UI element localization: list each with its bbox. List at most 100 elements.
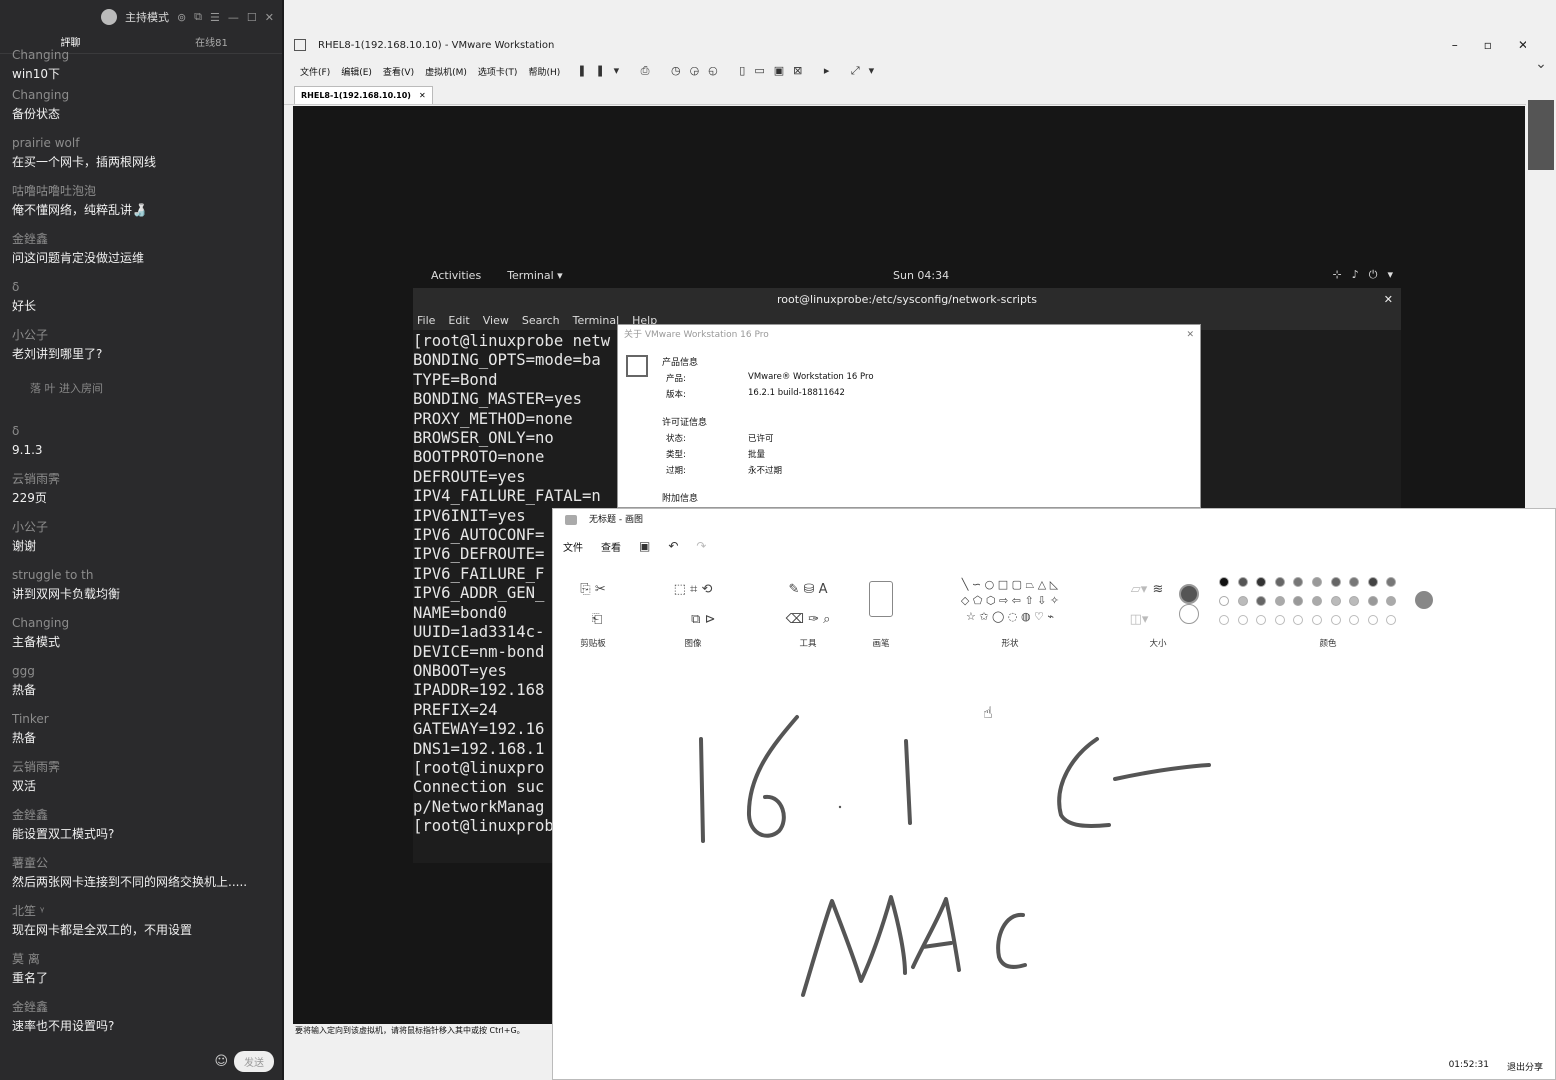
color-swatch[interactable] bbox=[1256, 577, 1267, 587]
menu-help[interactable]: 帮助(H) bbox=[528, 65, 560, 78]
chat-message: 金銼鑫 速率也不用设置吗? bbox=[12, 998, 278, 1046]
close-icon[interactable]: ✕ bbox=[1384, 288, 1393, 312]
maximize-icon[interactable]: ▫ bbox=[1484, 38, 1492, 52]
color-swatch[interactable] bbox=[1293, 577, 1304, 587]
save-icon[interactable]: ▣ bbox=[639, 539, 650, 553]
color-swatch[interactable] bbox=[1256, 596, 1267, 606]
chat-text: 在买一个网卡，插两根网线 bbox=[12, 155, 157, 169]
color-swatch[interactable] bbox=[1367, 577, 1378, 587]
color-swatch[interactable] bbox=[1219, 577, 1229, 587]
about-dialog: 关于 VMware Workstation 16 Pro ✕ 产品信息 产品: V… bbox=[617, 324, 1201, 508]
paint-window: 无标题 - 画图 文件 查看 ▣ ↶ ↷ ⎘ ✂ ⎗ 剪贴板 ⬚ ⌗ ⟲ ⧉ ⊳… bbox=[552, 508, 1556, 1080]
chat-username: prairie wolf bbox=[12, 136, 80, 150]
clipboard-icons[interactable]: ⎘ ✂ ⎗ bbox=[563, 575, 623, 635]
custom-color-slot[interactable] bbox=[1349, 615, 1360, 625]
color-swatch[interactable] bbox=[1219, 596, 1229, 606]
color-swatch[interactable] bbox=[1386, 596, 1397, 606]
clock[interactable]: Sun 04:34 bbox=[893, 269, 949, 282]
vm-tab-label: RHEL8-1(192.168.10.10) bbox=[301, 91, 411, 100]
color-swatch[interactable] bbox=[1330, 596, 1341, 606]
image-tool-icons[interactable]: ⬚ ⌗ ⟲ ⧉ ⊳ bbox=[633, 575, 753, 635]
share-status-bar: 01:52:31 退出分享 bbox=[1449, 1060, 1543, 1073]
custom-color-slot[interactable] bbox=[1256, 615, 1267, 625]
brush-icon[interactable] bbox=[869, 581, 893, 617]
chat-message: δ 9.1.3 bbox=[12, 422, 278, 470]
custom-color-slot[interactable] bbox=[1330, 615, 1341, 625]
term-menu-terminal[interactable]: Terminal bbox=[573, 312, 620, 330]
custom-color-slot[interactable] bbox=[1386, 615, 1397, 625]
drawing-tool-icons[interactable]: ✎ ⛁ A ⌫ ✑ ⌕ bbox=[763, 575, 853, 635]
paint-ribbon: ⎘ ✂ ⎗ 剪贴板 ⬚ ⌗ ⟲ ⧉ ⊳ 图像 ✎ ⛁ A ⌫ ✑ ⌕ 工具 画笔… bbox=[553, 569, 1555, 655]
color-swatch[interactable] bbox=[1274, 596, 1285, 606]
menu-file[interactable]: 文件(F) bbox=[300, 65, 330, 78]
close-icon[interactable]: ✕ bbox=[1186, 325, 1194, 345]
chat-username: 薯童公 bbox=[12, 856, 49, 870]
primary-color[interactable] bbox=[1179, 584, 1199, 604]
paint-menu-file[interactable]: 文件 bbox=[563, 539, 583, 554]
settings-icon[interactable]: ⊚ bbox=[177, 11, 186, 24]
activities-button[interactable]: Activities bbox=[431, 269, 481, 282]
color-swatch[interactable] bbox=[1312, 596, 1322, 606]
close-icon[interactable]: ✕ bbox=[265, 11, 274, 24]
vmware-toolbar-icons[interactable]: ❚❚▾ ⎙ ◷◶◵ ▯▭▣⊠ ▸ ⤢▾ bbox=[577, 64, 883, 78]
size-icon[interactable]: ≋ bbox=[1143, 575, 1173, 605]
vm-tab[interactable]: RHEL8-1(192.168.10.10) ✕ bbox=[294, 86, 433, 104]
menu-vm[interactable]: 虚拟机(M) bbox=[425, 65, 467, 78]
send-button[interactable]: 发送 bbox=[234, 1050, 274, 1072]
custom-color-slot[interactable] bbox=[1293, 615, 1304, 625]
menu-icon[interactable]: ☰ bbox=[210, 11, 220, 24]
term-menu-file[interactable]: File bbox=[417, 312, 435, 330]
color-swatch[interactable] bbox=[1237, 577, 1248, 587]
menu-view[interactable]: 查看(V) bbox=[383, 65, 414, 78]
chat-message: 云销雨霁 229页 bbox=[12, 470, 278, 518]
term-menu-view[interactable]: View bbox=[483, 312, 509, 330]
shapes-group: ╲ ∽ ○ □ ▢ ⏢ △ ◺ ◇ ⬠ ⬡ ⇨ ⇦ ⇧ ⇩ ✧ ☆ ✩ ◯ ◌ … bbox=[915, 569, 1105, 655]
popout-icon[interactable]: ⧉ bbox=[194, 10, 202, 24]
license-expire-row: 过期: 永不过期 bbox=[666, 466, 783, 476]
minimize-icon[interactable]: – bbox=[1452, 38, 1458, 52]
emoji-icon[interactable]: ☺ bbox=[214, 1054, 228, 1069]
custom-color-slot[interactable] bbox=[1312, 615, 1322, 625]
color-swatch[interactable] bbox=[1367, 596, 1378, 606]
scrollbar-thumb[interactable] bbox=[1528, 100, 1554, 170]
chat-username: 金銼鑫 bbox=[12, 808, 49, 822]
color-swatch[interactable] bbox=[1386, 577, 1397, 587]
color-swatch[interactable] bbox=[1293, 596, 1304, 606]
maximize-icon[interactable]: ☐ bbox=[247, 11, 257, 24]
term-menu-search[interactable]: Search bbox=[522, 312, 560, 330]
minimize-icon[interactable]: — bbox=[228, 11, 239, 24]
menu-edit[interactable]: 编辑(E) bbox=[341, 65, 372, 78]
custom-color-slot[interactable] bbox=[1274, 615, 1285, 625]
color-swatch[interactable] bbox=[1349, 577, 1360, 587]
custom-color-slot[interactable] bbox=[1367, 615, 1378, 625]
color-swatch[interactable] bbox=[1330, 577, 1341, 587]
custom-color-slot[interactable] bbox=[1237, 615, 1248, 625]
size-group: ≋ 大小 bbox=[1113, 569, 1173, 655]
chat-text: 热备 bbox=[12, 683, 37, 697]
chat-input-bar[interactable]: ☺ 发送 bbox=[8, 1050, 274, 1072]
chat-message-list[interactable]: Changing win10下 Changing 备份状态 prairie wolf… bbox=[12, 48, 278, 1046]
color-swatch[interactable] bbox=[1274, 577, 1285, 587]
undo-icon[interactable]: ↶ bbox=[668, 539, 678, 553]
color-swatch[interactable] bbox=[1349, 596, 1360, 606]
group-label: 剪贴板 bbox=[580, 639, 606, 649]
chat-text: 备份状态 bbox=[12, 107, 61, 121]
system-tray-icons[interactable]: ⊹♪⏻▾ bbox=[1333, 268, 1403, 282]
tab-close-icon[interactable]: ✕ bbox=[419, 91, 426, 100]
chat-text: 能设置双工模式吗? bbox=[12, 827, 115, 841]
secondary-color[interactable] bbox=[1179, 604, 1199, 624]
drawing-canvas[interactable] bbox=[553, 655, 1556, 1059]
redo-icon[interactable]: ↷ bbox=[696, 539, 706, 553]
group-label: 图像 bbox=[684, 639, 702, 649]
term-menu-edit[interactable]: Edit bbox=[448, 312, 469, 330]
paint-menu-view[interactable]: 查看 bbox=[601, 539, 621, 554]
shape-icons[interactable]: ╲ ∽ ○ □ ▢ ⏢ △ ◺ ◇ ⬠ ⬡ ⇨ ⇦ ⇧ ⇩ ✧ ☆ ✩ ◯ ◌ … bbox=[915, 577, 1105, 625]
color-swatch[interactable] bbox=[1312, 577, 1322, 587]
color-swatch[interactable] bbox=[1237, 596, 1248, 606]
edit-colors-icon[interactable] bbox=[1415, 591, 1433, 609]
chevron-left-icon[interactable]: ⌄ bbox=[1526, 56, 1556, 72]
custom-color-slot[interactable] bbox=[1219, 615, 1229, 625]
menu-tabs[interactable]: 选项卡(T) bbox=[478, 65, 518, 78]
terminal-app-menu[interactable]: Terminal ▾ bbox=[507, 269, 563, 282]
exit-share-button[interactable]: 退出分享 bbox=[1507, 1060, 1543, 1073]
